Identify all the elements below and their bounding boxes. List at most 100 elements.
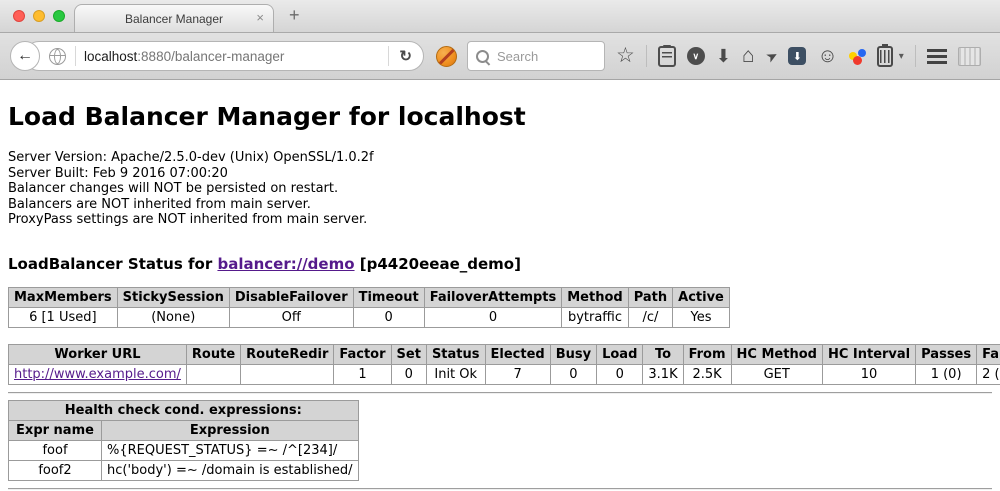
cell-maxmembers: 6 [1 Used] xyxy=(9,307,118,327)
cell-expression: %{REQUEST_STATUS} =~ /^[234]/ xyxy=(102,440,359,460)
cell-routeredir xyxy=(241,364,334,384)
chat-smiley-icon[interactable]: ☺ xyxy=(817,46,837,66)
col-stickysession: StickySession xyxy=(117,287,229,307)
health-check-title: Health check cond. expressions: xyxy=(9,400,359,420)
table-header-row: MaxMembers StickySession DisableFailover… xyxy=(9,287,730,307)
cell-passes: 1 (0) xyxy=(916,364,977,384)
minimize-window-button[interactable] xyxy=(33,10,45,22)
col-route: Route xyxy=(186,344,240,364)
colored-dots-extension-icon[interactable] xyxy=(849,48,866,65)
cell-path: /c/ xyxy=(628,307,672,327)
cell-method: bytraffic xyxy=(562,307,628,327)
cell-to: 3.1K xyxy=(643,364,683,384)
back-button[interactable]: ← xyxy=(10,41,40,71)
table-header-row: Expr name Expression xyxy=(9,420,359,440)
col-passes: Passes xyxy=(916,344,977,364)
content-blocker-icon[interactable] xyxy=(436,46,457,67)
zoom-window-button[interactable] xyxy=(53,10,65,22)
url-host: localhost xyxy=(84,49,137,64)
server-info: Server Version: Apache/2.5.0-dev (Unix) … xyxy=(8,150,992,228)
col-timeout: Timeout xyxy=(353,287,424,307)
table-header-row: Worker URL Route RouteRedir Factor Set S… xyxy=(9,344,1000,364)
search-icon xyxy=(476,50,489,63)
tab-close-icon[interactable]: × xyxy=(256,10,264,26)
cell-failoverattempts: 0 xyxy=(424,307,562,327)
col-method: Method xyxy=(562,287,628,307)
col-factor: Factor xyxy=(334,344,391,364)
cell-expr-name: foof xyxy=(9,440,102,460)
cell-expr-name: foof2 xyxy=(9,460,102,480)
home-icon[interactable]: ⌂ xyxy=(742,46,755,66)
col-hc-method: HC Method xyxy=(731,344,822,364)
url-text[interactable]: localhost:8880/balancer-manager xyxy=(84,49,388,64)
bookmark-star-icon[interactable]: ☆ xyxy=(616,46,635,66)
table-row: 6 [1 Used] (None) Off 0 0 bytraffic /c/ … xyxy=(9,307,730,327)
horizontal-rule xyxy=(8,488,992,490)
inherit-notice-line: Balancers are NOT inherited from main se… xyxy=(8,197,992,213)
cell-disablefailover: Off xyxy=(229,307,353,327)
chevron-down-icon[interactable]: ▾ xyxy=(899,51,904,62)
downloads-icon[interactable]: ⬇ xyxy=(716,46,731,66)
tab-title: Balancer Manager xyxy=(125,12,223,26)
col-expr-name: Expr name xyxy=(9,420,102,440)
url-path: :8880/balancer-manager xyxy=(137,49,284,64)
col-failoverattempts: FailoverAttempts xyxy=(424,287,562,307)
col-to: To xyxy=(643,344,683,364)
menu-hamburger-icon[interactable] xyxy=(927,49,947,64)
col-fails: Fails xyxy=(977,344,1000,364)
cell-hc-interval: 10 xyxy=(822,364,915,384)
close-window-button[interactable] xyxy=(13,10,25,22)
back-arrow-icon: ← xyxy=(17,47,33,65)
cell-fails: 2 (0) xyxy=(977,364,1000,384)
send-tab-icon[interactable]: ➤ xyxy=(762,44,782,67)
navigation-toolbar: ← localhost:8880/balancer-manager ↻ ☆ ∨ … xyxy=(0,33,1000,80)
container-extension-icon[interactable] xyxy=(877,46,893,67)
toolbar-icons: ☆ ∨ ⬇ ⌂ ➤ ⬇ ☺ ▾ xyxy=(616,45,981,67)
cell-stickysession: (None) xyxy=(117,307,229,327)
loadbalancer-status-heading: LoadBalancer Status for balancer://demo … xyxy=(8,255,992,273)
new-tab-button[interactable]: + xyxy=(289,5,300,26)
table-title-row: Health check cond. expressions: xyxy=(9,400,359,420)
col-expression: Expression xyxy=(102,420,359,440)
col-load: Load xyxy=(597,344,643,364)
grid-extension-icon[interactable] xyxy=(958,47,981,66)
col-hc-interval: HC Interval xyxy=(822,344,915,364)
col-disablefailover: DisableFailover xyxy=(229,287,353,307)
col-status: Status xyxy=(426,344,485,364)
col-from: From xyxy=(683,344,731,364)
search-bar[interactable] xyxy=(467,41,605,71)
worker-table: Worker URL Route RouteRedir Factor Set S… xyxy=(8,344,1000,385)
cell-busy: 0 xyxy=(550,364,596,384)
reload-button[interactable]: ↻ xyxy=(388,46,423,66)
cell-elected: 7 xyxy=(485,364,550,384)
col-routeredir: RouteRedir xyxy=(241,344,334,364)
table-row: http://www.example.com/ 1 0 Init Ok 7 0 … xyxy=(9,364,1000,384)
titlebar: Balancer Manager × + xyxy=(0,0,1000,33)
status-suffix: [p4420eeae_demo] xyxy=(355,255,521,273)
cell-status: Init Ok xyxy=(426,364,485,384)
balancer-demo-link[interactable]: balancer://demo xyxy=(217,255,354,273)
balancer-summary-table: MaxMembers StickySession DisableFailover… xyxy=(8,287,730,328)
pocket-icon[interactable]: ∨ xyxy=(687,47,705,65)
cell-load: 0 xyxy=(597,364,643,384)
cell-worker-url: http://www.example.com/ xyxy=(9,364,187,384)
cell-from: 2.5K xyxy=(683,364,731,384)
cell-route xyxy=(186,364,240,384)
col-set: Set xyxy=(391,344,426,364)
url-bar[interactable]: localhost:8880/balancer-manager ↻ xyxy=(24,41,424,71)
col-active: Active xyxy=(673,287,730,307)
tab-balancer-manager[interactable]: Balancer Manager × xyxy=(74,4,274,32)
cell-factor: 1 xyxy=(334,364,391,384)
cell-active: Yes xyxy=(673,307,730,327)
worker-url-link[interactable]: http://www.example.com/ xyxy=(14,367,181,382)
divider xyxy=(75,46,76,66)
download-helper-icon[interactable]: ⬇ xyxy=(788,47,806,65)
server-built-line: Server Built: Feb 9 2016 07:00:20 xyxy=(8,166,992,182)
cell-set: 0 xyxy=(391,364,426,384)
search-input[interactable] xyxy=(495,48,596,65)
health-check-table: Health check cond. expressions: Expr nam… xyxy=(8,400,359,481)
horizontal-rule xyxy=(8,392,992,394)
proxypass-notice-line: ProxyPass settings are NOT inherited fro… xyxy=(8,212,992,228)
page-content: Load Balancer Manager for localhost Serv… xyxy=(0,102,1000,490)
reading-list-icon[interactable] xyxy=(658,46,676,67)
